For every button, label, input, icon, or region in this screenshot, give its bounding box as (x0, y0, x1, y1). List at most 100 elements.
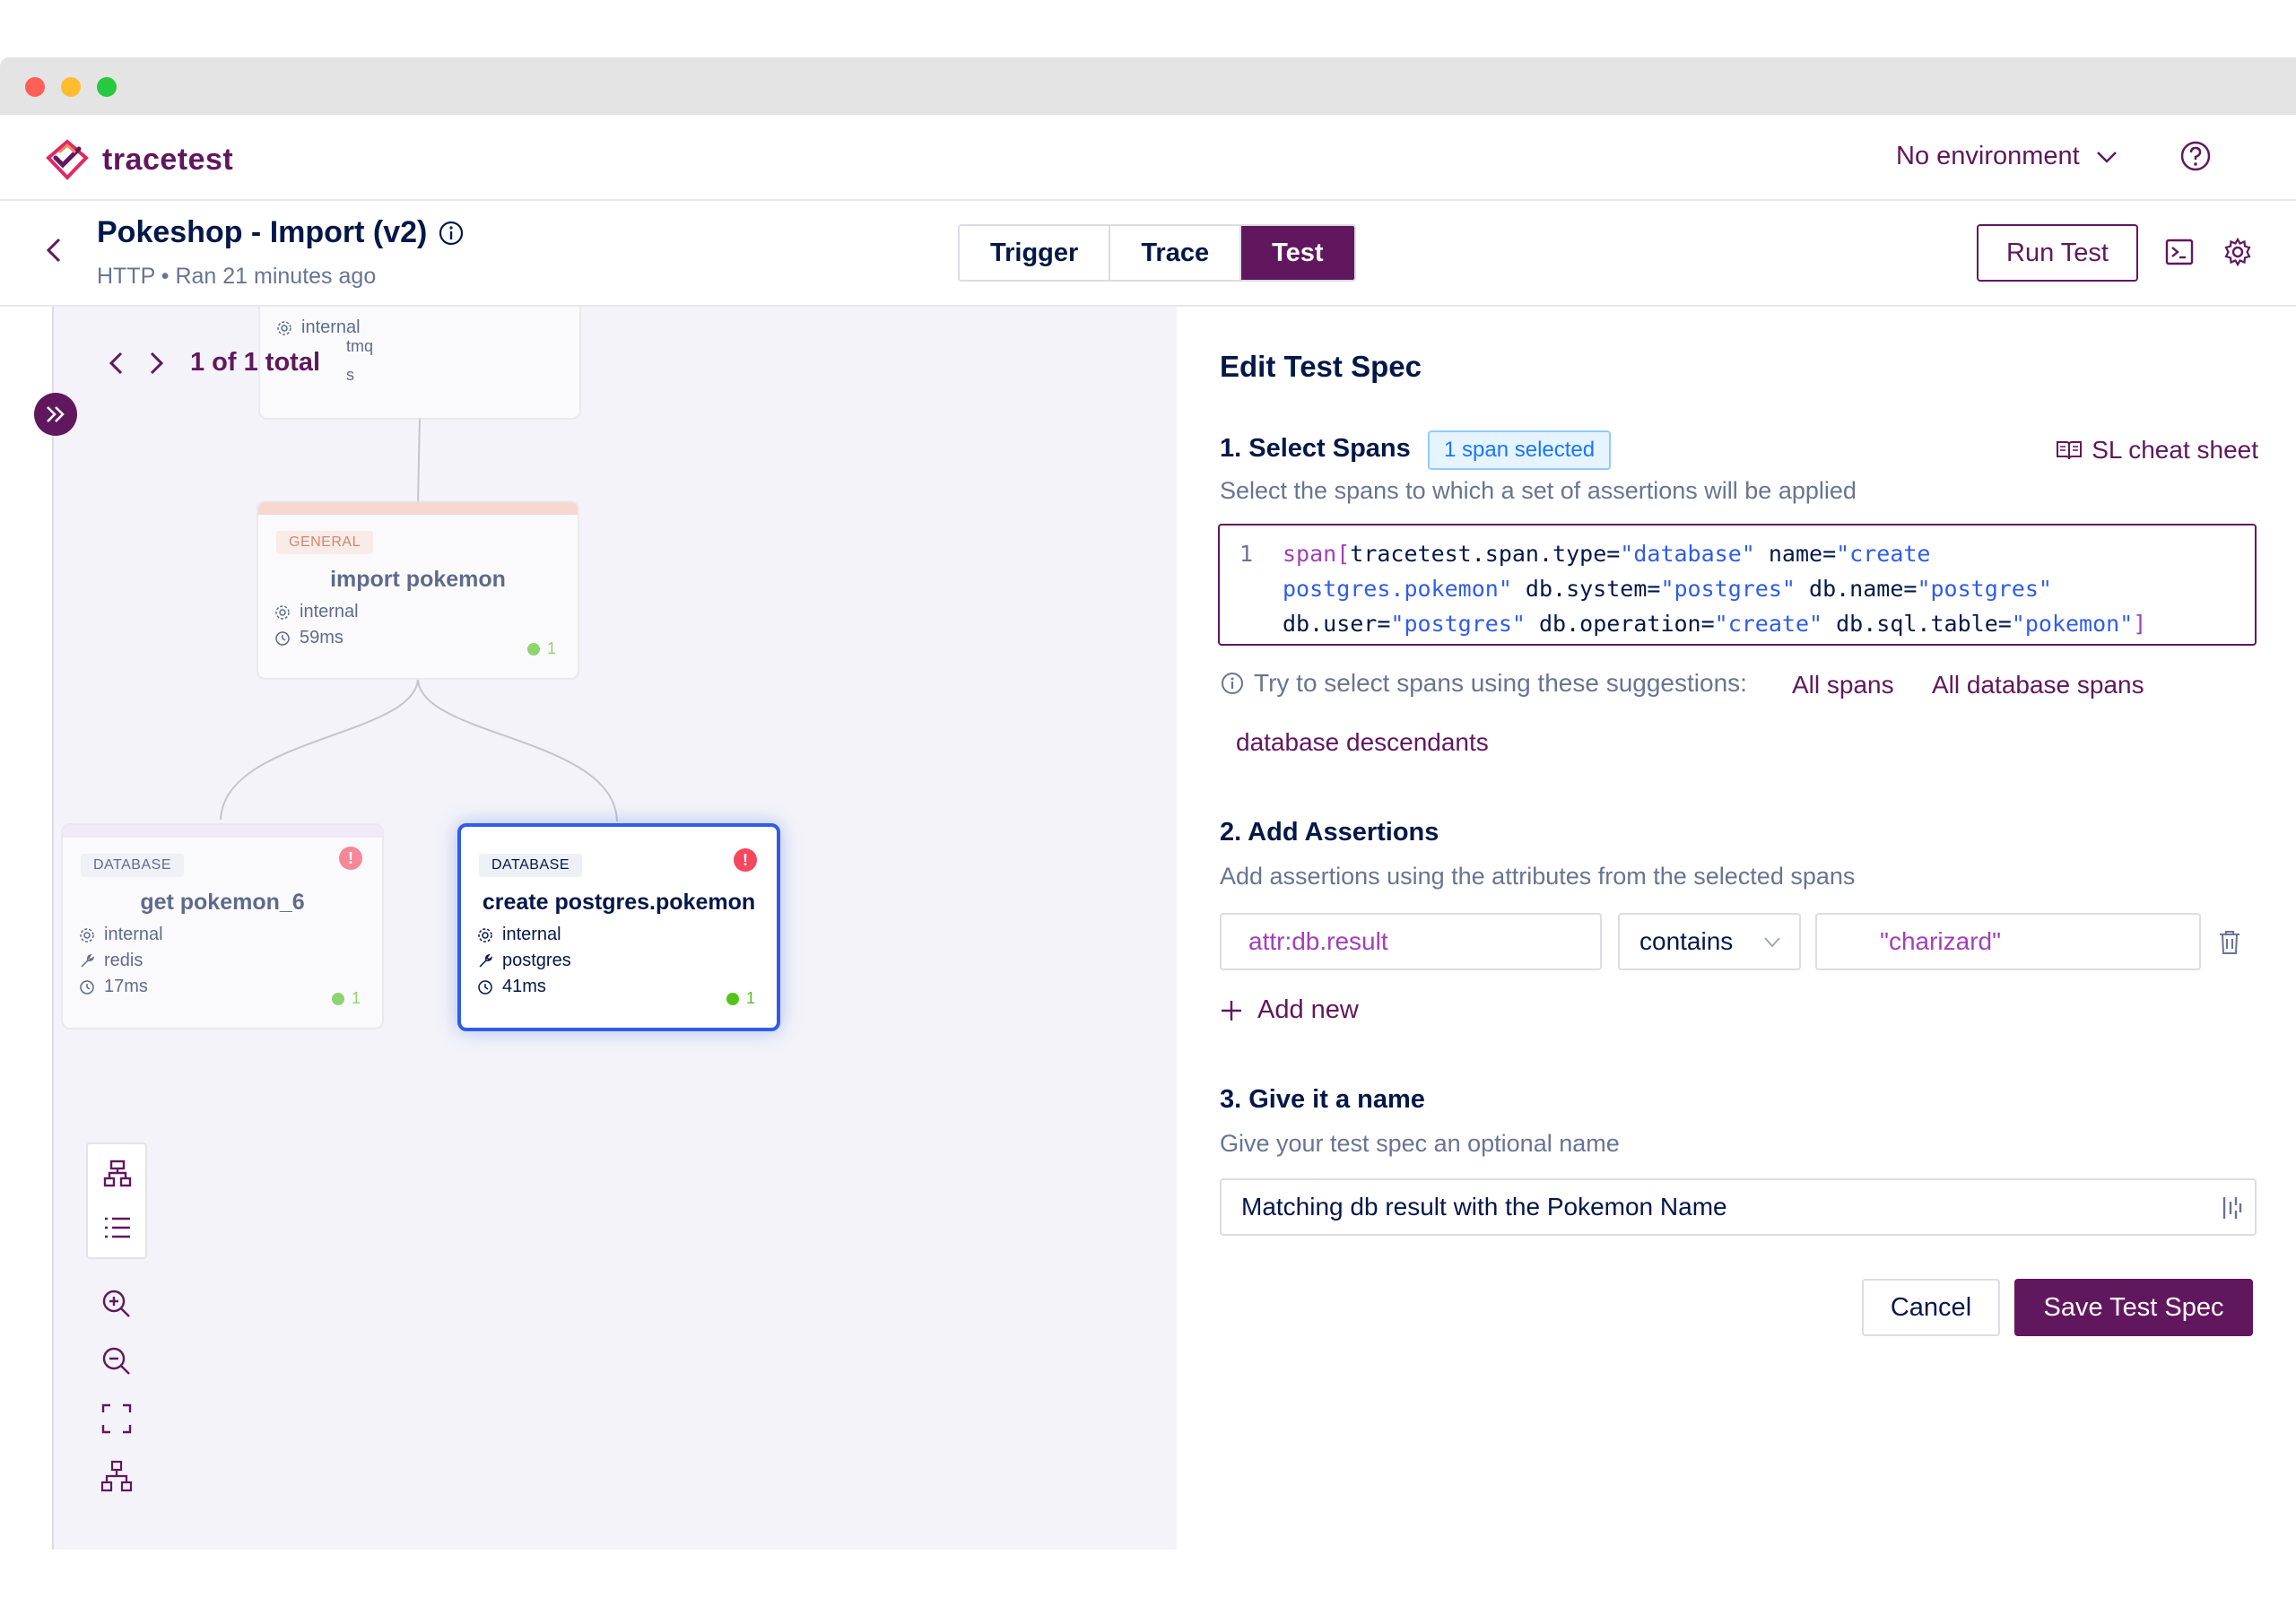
assertion-attribute-input[interactable]: attr:db.result (1220, 913, 1602, 970)
clock-icon (478, 979, 492, 995)
terminal-icon[interactable] (2165, 239, 2194, 270)
run-test-button[interactable]: Run Test (1977, 224, 2138, 282)
add-assertions-title: 2. Add Assertions (1220, 818, 1439, 847)
pager-count: 1 of 1 total (190, 348, 321, 377)
maximize-window-button[interactable] (97, 77, 117, 97)
line-number: 1 (1239, 541, 1254, 567)
run-header: Pokeshop - Import (v2) HTTP • Ran 21 min… (0, 201, 2296, 307)
brand-name: tracetest (102, 142, 234, 177)
add-assertions-subtitle: Add assertions using the attributes from… (1220, 863, 1856, 890)
suggestion-all-spans[interactable]: All spans (1792, 671, 1894, 699)
environment-label: No environment (1896, 142, 2080, 170)
clock-icon (80, 979, 94, 995)
give-name-subtitle: Give your test spec an optional name (1220, 1130, 1620, 1157)
error-icon: ! (339, 847, 362, 870)
suggestion-all-database-spans[interactable]: All database spans (1932, 671, 2144, 699)
autofill-icon (2222, 1197, 2242, 1219)
tracetest-logo-icon (46, 139, 89, 180)
passed-checks: 1 (331, 989, 361, 1008)
cancel-button[interactable]: Cancel (1862, 1279, 2000, 1336)
gear-icon (275, 604, 290, 620)
book-icon (2057, 441, 2083, 460)
span-kind-row: internal (79, 925, 382, 945)
tab-trace[interactable]: Trace (1110, 226, 1242, 280)
passed-checks: 1 (526, 639, 556, 658)
run-tabs: Trigger Trace Test (958, 224, 1356, 282)
minimize-window-button[interactable] (61, 77, 81, 97)
close-window-button[interactable] (25, 77, 45, 97)
error-icon: ! (734, 848, 757, 872)
suggestions-hint: Try to select spans using these suggesti… (1220, 669, 1747, 698)
fit-view-icon[interactable] (100, 1403, 133, 1435)
chevron-down-icon (2096, 151, 2117, 163)
help-icon[interactable] (2179, 140, 2212, 177)
double-chevron-right-icon (47, 406, 65, 422)
span-system-row: postgres (477, 951, 777, 971)
span-kind-row: internal (477, 925, 777, 945)
selector-code-editor[interactable]: 1 span[tracetest.span.type="database" na… (1218, 524, 2257, 646)
span-type-badge: DATABASE (479, 854, 582, 877)
tracetest-logo[interactable]: tracetest (43, 138, 233, 181)
list-view-icon[interactable] (102, 1214, 133, 1241)
span-title: create postgres.pokemon (482, 890, 756, 915)
zoom-in-icon[interactable] (100, 1288, 133, 1320)
span-node-import-pokemon[interactable]: GENERAL import pokemon internal 59ms 1 (257, 500, 579, 680)
chevron-left-icon[interactable] (108, 351, 124, 376)
tab-trigger[interactable]: Trigger (960, 226, 1111, 280)
trash-icon[interactable] (2217, 929, 2242, 956)
search-result-pager: 1 of 1 total (108, 348, 320, 378)
test-title-text: Pokeshop - Import (v2) (97, 215, 428, 249)
passed-checks: 1 (726, 989, 755, 1008)
span-node-create-postgres-pokemon[interactable]: DATABASE ! create postgres.pokemon inter… (457, 823, 780, 1031)
span-title: import pokemon (330, 567, 506, 592)
span-row-text: s (346, 366, 354, 384)
select-spans-subtitle: Select the spans to which a set of asser… (1220, 477, 1857, 504)
selector-code: span[tracetest.span.type="database" name… (1283, 541, 2147, 637)
gear-icon[interactable] (2222, 237, 2253, 272)
gear-icon (277, 320, 291, 335)
select-spans-title: 1. Select Spans (1220, 434, 1411, 463)
assertion-operator-select[interactable]: contains (1618, 913, 1801, 970)
view-mode-toolbox (86, 1142, 147, 1259)
clock-icon (275, 630, 290, 646)
wrench-icon (479, 953, 493, 968)
test-spec-name-input[interactable]: Matching db result with the Pokemon Name (1220, 1178, 2257, 1236)
wrench-icon (81, 953, 95, 968)
save-test-spec-button[interactable]: Save Test Spec (2014, 1279, 2253, 1336)
auto-layout-icon[interactable] (100, 1460, 133, 1492)
tab-test[interactable]: Test (1241, 226, 1354, 280)
suggestion-database-descendants[interactable]: database descendants (1236, 728, 1489, 757)
gear-icon (478, 927, 492, 942)
environment-select[interactable]: No environment (1896, 142, 2118, 171)
chevron-right-icon[interactable] (149, 351, 165, 376)
span-row: internal (276, 317, 579, 338)
test-run-meta: HTTP • Ran 21 minutes ago (97, 264, 377, 289)
back-arrow-icon[interactable] (45, 237, 63, 268)
chevron-down-icon (1764, 937, 1780, 948)
info-icon (1222, 673, 1243, 694)
info-icon[interactable] (438, 220, 465, 247)
cheat-sheet-link[interactable]: SL cheat sheet (2056, 436, 2258, 465)
span-system-row: redis (79, 951, 382, 971)
diagram-view-icon[interactable] (102, 1159, 133, 1189)
edit-test-spec-panel: Edit Test Spec 1. Select Spans 1 span se… (1177, 307, 2296, 1550)
test-title: Pokeshop - Import (v2) (97, 215, 465, 250)
span-row-text: tmq (346, 337, 374, 355)
assertion-value-input[interactable]: "charizard" (1815, 913, 2201, 970)
gear-icon (80, 927, 94, 942)
add-new-assertion-button[interactable]: Add new (1220, 995, 1359, 1025)
span-title: get pokemon_6 (140, 890, 305, 915)
expand-sidebar-button[interactable] (34, 393, 77, 436)
app-header: tracetest No environment (0, 115, 2296, 201)
span-kind-row: internal (274, 602, 578, 622)
span-type-badge: DATABASE (81, 854, 184, 877)
zoom-out-icon[interactable] (100, 1345, 133, 1377)
panel-title: Edit Test Spec (1220, 350, 1422, 383)
plus-icon (1222, 1000, 1241, 1021)
trace-diagram-canvas[interactable]: internal tmq s 1 of 1 total GENERAL impo… (54, 307, 1177, 1550)
give-name-title: 3. Give it a name (1220, 1085, 1425, 1114)
window-titlebar (0, 57, 2296, 115)
span-selected-badge: 1 span selected (1428, 430, 1612, 470)
span-type-badge: GENERAL (276, 531, 373, 554)
span-node-get-pokemon[interactable]: DATABASE ! get pokemon_6 internal redis … (61, 823, 384, 1029)
